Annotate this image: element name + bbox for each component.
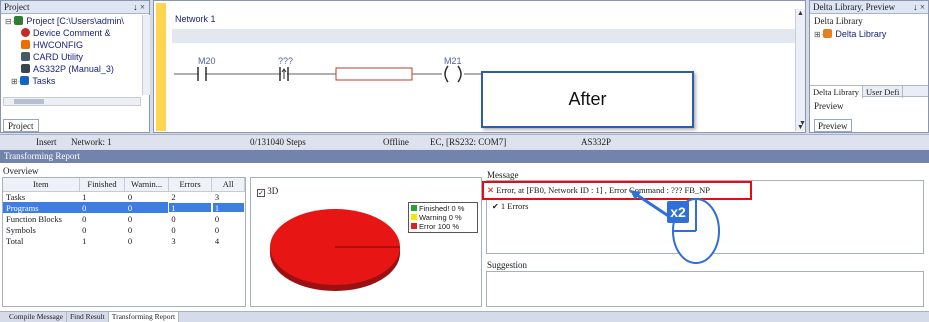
click-count-badge: x2	[670, 204, 686, 220]
overview-header-row: Item Finished Warnin... Errors All	[3, 178, 245, 192]
library-tabs: Delta Library User Defi	[810, 85, 928, 98]
tree-item-tasks[interactable]: ⊞· Tasks	[5, 75, 143, 87]
status-plc: AS332P	[581, 137, 612, 147]
preview-header: Preview	[814, 101, 844, 111]
overview-label: Overview	[3, 166, 39, 176]
editor-vscroll[interactable]: ▲ ▼	[795, 9, 805, 131]
error-icon: ✕	[487, 186, 495, 196]
chart-area: ✓ 3D Finished! 0 % Warning 0 % Error 100…	[250, 177, 482, 307]
overview-table: Item Finished Warnin... Errors All Tasks…	[3, 178, 245, 246]
table-row-total[interactable]: Total 1 0 3 4	[3, 235, 245, 246]
library-tree-item[interactable]: ⊞· Delta Library	[814, 28, 886, 40]
pin-close-icon[interactable]: ↓ ×	[133, 1, 145, 13]
errors-count-row: ✔ 1 Errors	[492, 201, 529, 211]
chart-legend: Finished! 0 % Warning 0 % Error 100 %	[408, 202, 478, 233]
tree-item-project[interactable]: ⊟· Project [C:\Users\admin\	[5, 15, 143, 27]
ladder-rung[interactable]	[174, 63, 484, 85]
ladder-editor: Network 1 M20 ??? M21 After ▲ ▼	[153, 0, 806, 133]
tree-item-card-utility[interactable]: CARD Utility	[5, 51, 143, 63]
legend-item-warning: Warning 0 %	[411, 213, 475, 222]
col-finished[interactable]: Finished	[79, 178, 126, 192]
card-utility-icon	[21, 52, 30, 61]
legend-item-error: Error 100 %	[411, 222, 475, 231]
project-hscroll[interactable]	[3, 97, 141, 106]
col-warnings[interactable]: Warnin...	[124, 178, 169, 192]
report-title-bar: Transforming Report	[0, 150, 929, 163]
col-errors[interactable]: Errors	[168, 178, 213, 192]
tree-item-device-comment[interactable]: Device Comment &	[5, 27, 143, 39]
after-callout: After	[481, 71, 694, 128]
project-panel-title: Project ↓ ×	[1, 1, 149, 14]
project-panel: Project ↓ × ⊟· Project [C:\Users\admin\ D…	[0, 0, 150, 133]
status-online: Offline	[383, 137, 409, 147]
message-label: Message	[487, 170, 519, 180]
hwconfig-icon	[21, 40, 30, 49]
library-subtitle: Delta Library	[814, 16, 863, 26]
tab-user-defined[interactable]: User Defi	[863, 86, 904, 98]
project-tree: ⊟· Project [C:\Users\admin\ Device Commen…	[5, 15, 143, 87]
col-all[interactable]: All	[211, 178, 245, 192]
library-icon	[823, 29, 833, 38]
overview-table-frame: Item Finished Warnin... Errors All Tasks…	[2, 177, 246, 307]
legend-item-finished: Finished! 0 %	[411, 204, 475, 213]
library-panel: Delta Library, Preview ↓ × Delta Library…	[799, 0, 929, 133]
check-icon: ✔	[492, 202, 499, 211]
network-label: Network 1	[175, 14, 216, 24]
tab-delta-library[interactable]: Delta Library	[810, 86, 864, 98]
col-item[interactable]: Item	[3, 178, 80, 192]
table-row-programs[interactable]: Programs 0 0 1 1	[3, 202, 245, 213]
library-pin-icon[interactable]: ↓ ×	[913, 1, 925, 13]
table-row-tasks[interactable]: Tasks 1 0 2 3	[3, 191, 245, 202]
table-row-symbols[interactable]: Symbols 0 0 0 0	[3, 224, 245, 235]
empty-instruction-box	[335, 67, 413, 81]
status-network: Network: 1	[71, 137, 112, 147]
status-bar: Insert Network: 1 0/131040 Steps Offline…	[0, 134, 929, 149]
tab-preview[interactable]: Preview	[814, 119, 852, 132]
bottom-tabs: Compile Message Find Result Transforming R…	[0, 311, 929, 322]
tree-item-cpu[interactable]: AS332P (Manual_3)	[5, 63, 143, 75]
cpu-icon	[21, 64, 30, 73]
rung-band	[172, 29, 802, 43]
tasks-icon	[20, 76, 30, 85]
suggestion-box	[486, 271, 924, 307]
library-panel-title: Delta Library, Preview ↓ ×	[810, 1, 928, 14]
device-comment-icon	[21, 28, 30, 37]
report-body: Overview Item Finished Warnin... Errors …	[0, 163, 929, 311]
status-steps: 0/131040 Steps	[250, 137, 306, 147]
tab-project[interactable]: Project	[3, 119, 39, 132]
library-vscroll[interactable]: ▼	[799, 119, 809, 131]
table-row-function-blocks[interactable]: Function Blocks 0 0 0 0	[3, 213, 245, 224]
rung-marker	[156, 3, 166, 131]
tree-item-hwconfig[interactable]: HWCONFIG	[5, 39, 143, 51]
status-mode: Insert	[36, 137, 57, 147]
project-vscroll[interactable]	[142, 15, 150, 95]
suggestion-label: Suggestion	[487, 260, 528, 270]
project-icon	[14, 16, 24, 25]
status-comm: EC, [RS232: COM7]	[430, 137, 507, 147]
pie-chart	[270, 209, 400, 291]
